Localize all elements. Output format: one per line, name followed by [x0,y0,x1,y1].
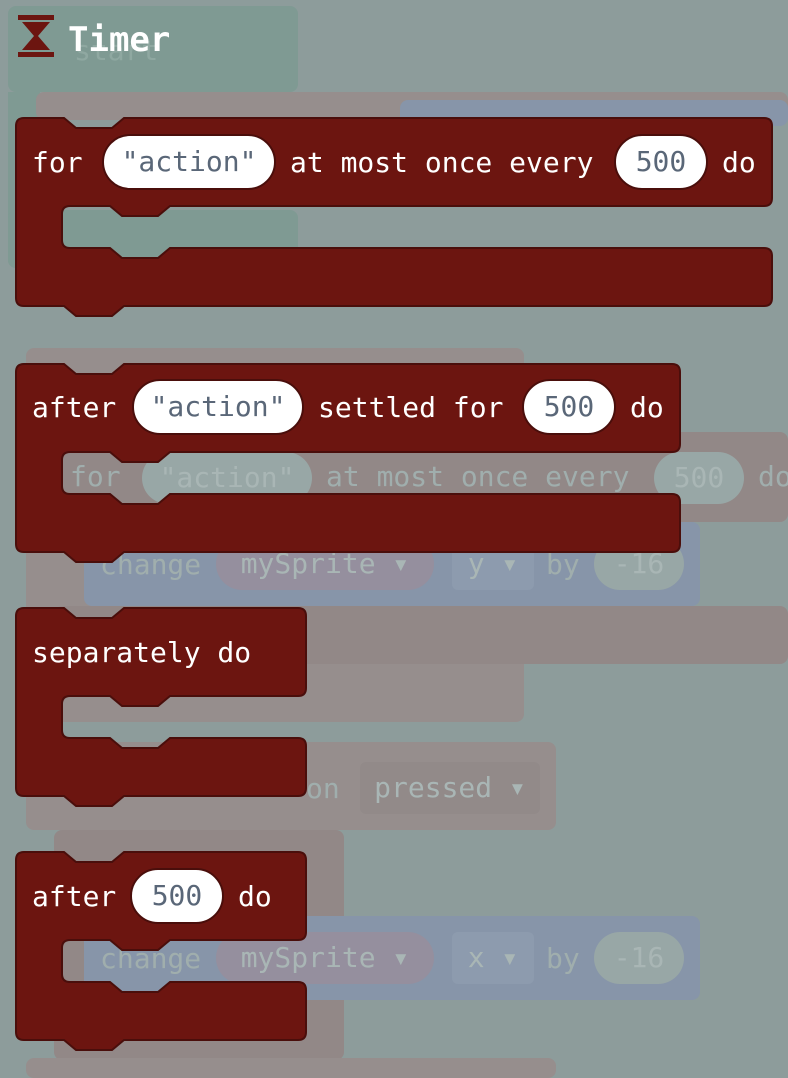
after-ms-after-label: after [32,880,117,913]
after-ms-duration-input[interactable]: 500 [130,868,224,924]
after-settled-action-input[interactable]: "action" [132,379,304,435]
after-settled-do-label: do [630,391,664,424]
after-settled-text-label: settled for [318,391,504,424]
for-every-action-input[interactable]: "action" [102,134,276,190]
after-settled-duration-input[interactable]: 500 [522,379,616,435]
after-ms-do-label: do [238,880,272,913]
separately-do-label: separately do [32,636,252,669]
for-every-text-label: at most once every [290,146,594,179]
for-every-do-label: do [722,146,756,179]
for-every-for-label: for [32,146,83,179]
after-settled-after-label: after [32,391,117,424]
for-every-interval-input[interactable]: 500 [614,134,708,190]
